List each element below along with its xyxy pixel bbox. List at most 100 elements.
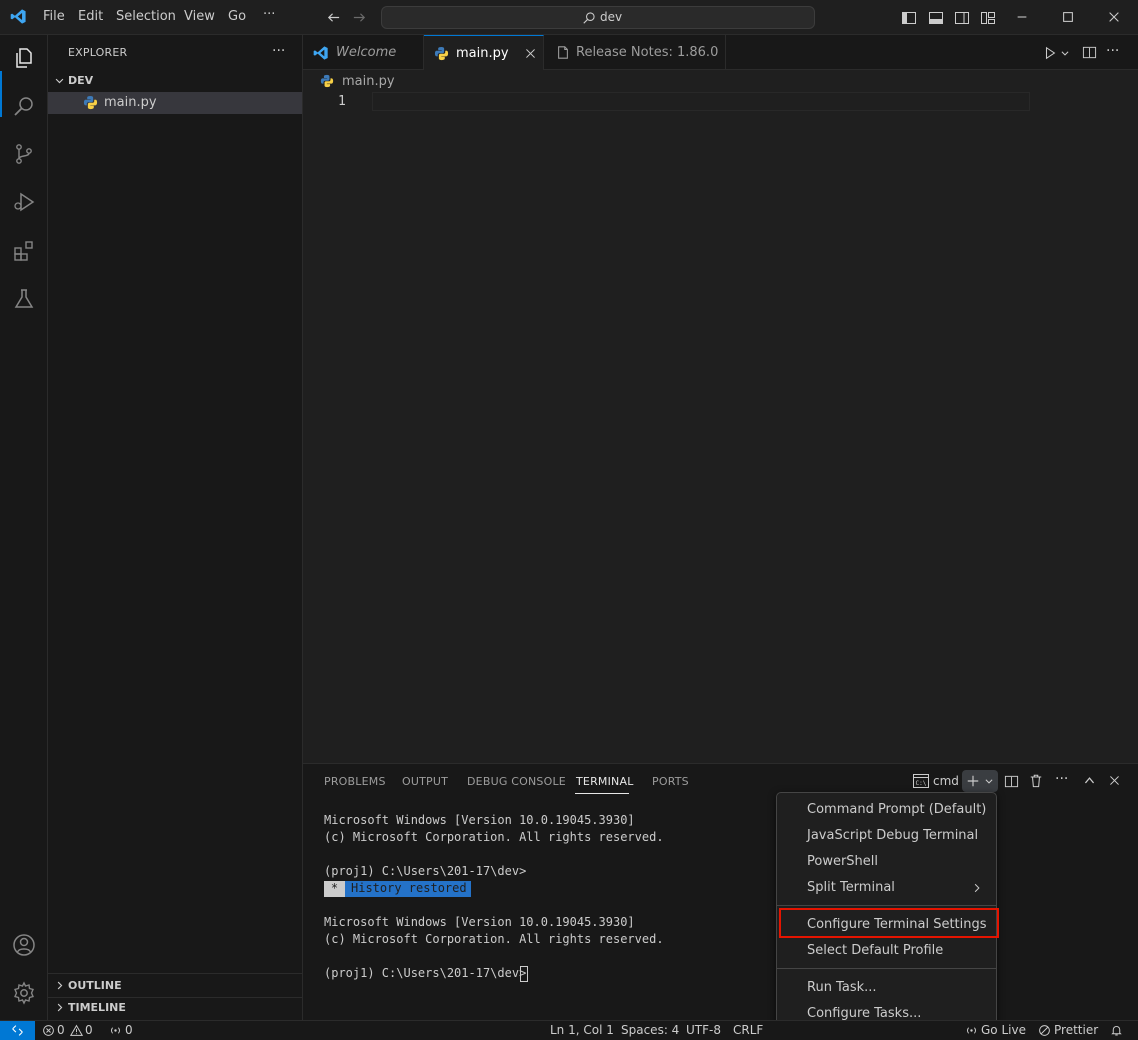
- testing-flask-icon[interactable]: [12, 287, 36, 311]
- breadcrumb-file[interactable]: main.py: [342, 74, 395, 89]
- menu-more[interactable]: ···: [263, 7, 275, 22]
- search-text: dev: [600, 10, 623, 24]
- close-panel-icon[interactable]: [1108, 774, 1121, 787]
- chevron-right-icon: [54, 980, 65, 991]
- broadcast-ports-icon: [109, 1024, 122, 1037]
- file-encoding[interactable]: UTF-8: [686, 1023, 721, 1037]
- editor-more-actions[interactable]: ···: [1106, 43, 1119, 59]
- active-tab-underline: [575, 793, 629, 794]
- maximize-icon[interactable]: [1061, 10, 1075, 24]
- folder-header-dev[interactable]: DEV: [48, 70, 302, 92]
- menu-item-split-terminal[interactable]: Split Terminal: [780, 875, 993, 901]
- run-options-chevron-icon[interactable]: [1060, 48, 1070, 58]
- menu-separator: [777, 905, 996, 906]
- menu-item-select-default-profile[interactable]: Select Default Profile: [780, 938, 993, 964]
- explorer-icon[interactable]: [12, 46, 36, 70]
- extensions-icon[interactable]: [12, 239, 36, 263]
- menu-item-powershell[interactable]: PowerShell: [780, 849, 993, 875]
- status-bar: 0 0 0 Ln 1, Col 1 Spaces: 4 UTF-8 CRLF G…: [0, 1020, 1138, 1040]
- menu-go[interactable]: Go: [228, 9, 246, 24]
- menu-selection[interactable]: Selection: [116, 9, 176, 24]
- run-python-file-icon[interactable]: [1043, 46, 1057, 60]
- chevron-right-icon: [54, 1002, 65, 1013]
- toggle-secondary-sidebar-icon[interactable]: [954, 10, 970, 26]
- menu-item-javascript-debug-terminal[interactable]: JavaScript Debug Terminal: [780, 823, 993, 849]
- plus-icon: [966, 774, 980, 788]
- launch-profile-chevron-icon[interactable]: [984, 776, 994, 786]
- folder-name: DEV: [68, 74, 94, 87]
- tab-main-py[interactable]: main.py: [424, 35, 544, 71]
- panel-tab-output[interactable]: OUTPUT: [402, 775, 448, 788]
- new-terminal-button[interactable]: [962, 770, 998, 792]
- error-count[interactable]: 0: [57, 1023, 65, 1037]
- ports-count[interactable]: 0: [125, 1023, 133, 1037]
- submenu-chevron-right-icon: [972, 883, 982, 893]
- panel-tab-debug-console[interactable]: DEBUG CONSOLE: [467, 775, 566, 788]
- timeline-section-header[interactable]: TIMELINE: [48, 997, 302, 1019]
- remote-indicator-button[interactable]: [0, 1021, 35, 1040]
- search-view-icon[interactable]: [12, 94, 36, 118]
- document-icon: [556, 45, 570, 60]
- forward-arrow-icon[interactable]: [352, 10, 367, 25]
- menu-item-command-prompt[interactable]: Command Prompt (Default): [780, 797, 993, 823]
- code-editor[interactable]: 1: [303, 92, 1138, 762]
- close-window-icon[interactable]: [1107, 10, 1121, 24]
- customize-layout-icon[interactable]: [980, 10, 996, 26]
- maximize-panel-chevron-up-icon[interactable]: [1083, 774, 1096, 787]
- tab-release-notes[interactable]: Release Notes: 1.86.0: [544, 35, 726, 70]
- timeline-label: TIMELINE: [68, 1001, 126, 1014]
- indentation[interactable]: Spaces: 4: [621, 1023, 679, 1037]
- terminal-output[interactable]: Microsoft Windows [Version 10.0.19045.39…: [303, 804, 1138, 1021]
- split-editor-icon[interactable]: [1082, 45, 1097, 60]
- search-icon: [582, 11, 596, 25]
- minimize-icon[interactable]: [1015, 10, 1029, 24]
- terminal-line: Microsoft Windows [Version 10.0.19045.39…: [324, 813, 635, 827]
- menu-view[interactable]: View: [184, 9, 215, 24]
- error-icon: [42, 1024, 55, 1037]
- terminal-prompt: (proj1) C:\Users\201-17\dev>: [324, 966, 527, 980]
- warning-count[interactable]: 0: [85, 1023, 93, 1037]
- source-control-icon[interactable]: [12, 142, 36, 166]
- tab-welcome[interactable]: Welcome: [303, 35, 424, 70]
- terminal-name[interactable]: cmd: [933, 774, 959, 788]
- panel-more-actions[interactable]: ···: [1055, 771, 1068, 787]
- terminal-cmd-icon: C:\: [913, 774, 929, 788]
- prettier-status[interactable]: Prettier: [1054, 1023, 1098, 1037]
- toggle-panel-icon[interactable]: [928, 10, 944, 26]
- end-of-line[interactable]: CRLF: [733, 1023, 763, 1037]
- outline-label: OUTLINE: [68, 979, 122, 992]
- cursor-position[interactable]: Ln 1, Col 1: [550, 1023, 614, 1037]
- remote-icon: [11, 1024, 24, 1037]
- panel-tab-problems[interactable]: PROBLEMS: [324, 775, 386, 788]
- tab-label: Welcome: [336, 45, 397, 60]
- panel-tab-ports[interactable]: PORTS: [652, 775, 689, 788]
- terminal-line: (c) Microsoft Corporation. All rights re…: [324, 932, 664, 946]
- menu-item-run-task[interactable]: Run Task...: [780, 975, 993, 1001]
- history-marker: *: [324, 881, 345, 897]
- kill-terminal-trash-icon[interactable]: [1029, 773, 1043, 788]
- terminal-line: (c) Microsoft Corporation. All rights re…: [324, 830, 664, 844]
- go-live-button[interactable]: Go Live: [981, 1023, 1026, 1037]
- explorer-sidebar: EXPLORER ··· DEV main.py OUTLINE TIMELIN…: [48, 35, 303, 1020]
- annotation-highlight-box: [779, 908, 999, 938]
- command-center-search[interactable]: dev: [381, 6, 815, 29]
- tab-label: main.py: [456, 46, 509, 61]
- accounts-icon[interactable]: [12, 933, 36, 957]
- vscode-logo-icon: [10, 8, 27, 25]
- terminal-cursor: [520, 966, 528, 982]
- outline-section-header[interactable]: OUTLINE: [48, 975, 302, 997]
- go-live-icon: [965, 1024, 978, 1037]
- split-terminal-icon[interactable]: [1004, 774, 1019, 789]
- panel-tab-terminal[interactable]: TERMINAL: [576, 775, 634, 788]
- run-debug-icon[interactable]: [12, 190, 36, 214]
- settings-gear-icon[interactable]: [12, 981, 36, 1005]
- file-item-main-py[interactable]: main.py: [48, 92, 302, 114]
- menu-item-label: Command Prompt (Default): [807, 802, 987, 817]
- explorer-more-actions[interactable]: ···: [272, 43, 285, 59]
- close-tab-icon[interactable]: [524, 47, 537, 60]
- back-arrow-icon[interactable]: [326, 10, 341, 25]
- menu-file[interactable]: File: [43, 9, 65, 24]
- notifications-bell-icon[interactable]: [1110, 1024, 1123, 1037]
- menu-edit[interactable]: Edit: [78, 9, 103, 24]
- toggle-primary-sidebar-icon[interactable]: [901, 10, 917, 26]
